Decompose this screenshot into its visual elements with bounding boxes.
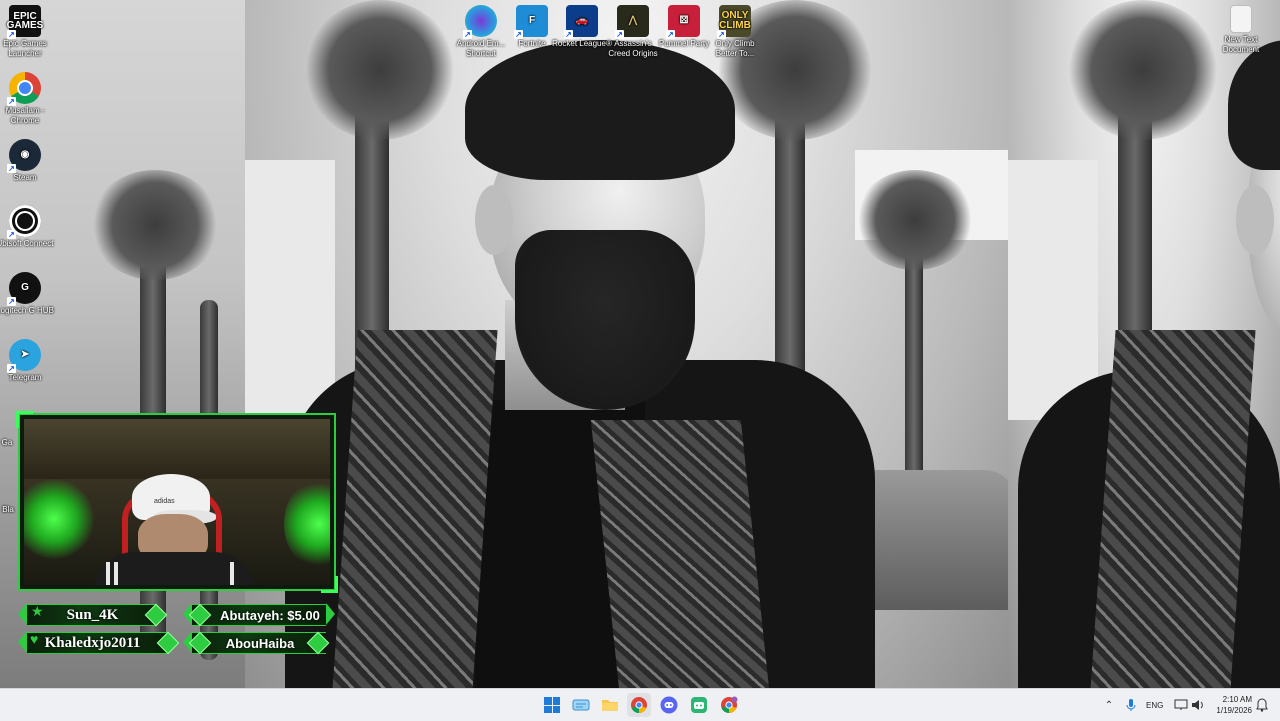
- taskbar-app-robot[interactable]: [687, 693, 711, 717]
- chevron-up-icon: ⌃: [1104, 699, 1114, 711]
- desktop-icon-label: Steam: [13, 173, 37, 182]
- assassins-creed-icon: ⋀ ↗: [615, 5, 649, 39]
- latest-sub-name: Khaledxjo2011: [44, 634, 141, 651]
- webcam-overlay: adidas: [16, 411, 338, 593]
- taskbar-widgets[interactable]: [569, 693, 593, 717]
- desktop-icon-chrome-profile[interactable]: ↗ Musallam - Chrome: [0, 72, 55, 126]
- desktop-icon-ubisoft-connect[interactable]: ↗ Ubisoft Connect: [0, 205, 55, 249]
- language-indicator[interactable]: ENG: [1146, 689, 1163, 721]
- wallpaper-right-strip: [1008, 0, 1280, 688]
- volume-button[interactable]: [1190, 693, 1206, 717]
- desktop-icon-telegram[interactable]: ➤ ↗ Telegram: [0, 339, 55, 383]
- desktop-icon-label: Logitech G HUB: [0, 306, 54, 315]
- taskbar: ⌃ ENG 2:10 AM 1/19/2026: [0, 688, 1280, 721]
- bell-icon: [1256, 698, 1268, 712]
- epic-games-icon: EPIC GAMES ↗: [7, 5, 43, 39]
- desktop-icon-label: Epic Games Launcher: [3, 39, 47, 58]
- desktop-icon-label: New Text Document: [1222, 35, 1260, 54]
- streamer: adidas: [94, 474, 254, 585]
- chrome-icon: ↗: [7, 72, 41, 106]
- desktop-icon-new-text-document[interactable]: New Text Document: [1211, 5, 1271, 55]
- taskbar-discord[interactable]: [657, 693, 681, 717]
- network-button[interactable]: [1172, 693, 1190, 717]
- logitech-g-hub-icon: G ↗: [7, 272, 41, 306]
- only-climb-icon: ONLY CLIMB ↗: [717, 5, 751, 39]
- microphone-button[interactable]: [1122, 693, 1140, 717]
- heart-icon: ♥: [30, 631, 39, 647]
- fortnite-icon: F ↗: [514, 5, 548, 39]
- desktop-icon-epic-games[interactable]: EPIC GAMES ↗ Epic Games Launcher: [0, 5, 55, 59]
- wallpaper-main: [245, 0, 1008, 688]
- microphone-icon: [1126, 699, 1136, 711]
- desktop-icon-label: Musallam - Chrome: [5, 106, 45, 125]
- desktop-icon-label: Telegram: [8, 373, 42, 382]
- desktop-icon-steam[interactable]: ◉ ↗ Steam: [0, 139, 55, 183]
- clock-date: 1/19/2026: [1216, 706, 1252, 715]
- taskbar-chrome[interactable]: [627, 693, 651, 717]
- cap-brand-text: adidas: [154, 498, 175, 505]
- folder-icon: [602, 700, 618, 711]
- discord-icon: [660, 696, 678, 714]
- start-button[interactable]: [540, 693, 564, 717]
- robot-app-icon: [691, 697, 707, 713]
- ubisoft-connect-icon: ↗: [7, 205, 41, 239]
- webcam-feed: adidas: [24, 419, 330, 585]
- chrome-icon: [631, 697, 647, 714]
- language-label: ENG: [1146, 700, 1164, 710]
- notifications-button[interactable]: [1253, 693, 1271, 717]
- taskbar-clock[interactable]: 2:10 AM 1/19/2026: [1216, 694, 1252, 716]
- latest-follower-name: Sun_4K: [66, 606, 119, 623]
- star-icon: ★: [31, 603, 44, 619]
- speaker-icon: [1192, 700, 1203, 710]
- windows-logo-icon: [544, 697, 560, 713]
- network-icon: [1174, 699, 1188, 710]
- taskbar-file-explorer[interactable]: [598, 693, 622, 717]
- pummel-party-icon: ⚄ ↗: [666, 5, 700, 39]
- latest-donation-text: Abutayeh: $5.00: [220, 607, 320, 623]
- widgets-icon: [572, 699, 590, 711]
- text-document-icon: [1230, 5, 1252, 33]
- android-emulator-icon: ↗: [463, 5, 497, 39]
- steam-icon: ◉ ↗: [7, 139, 41, 173]
- taskbar-chrome-profile[interactable]: [717, 693, 741, 717]
- clock-time: 2:10 AM: [1222, 695, 1252, 704]
- latest-host-name: AbouHaiba: [225, 635, 295, 651]
- chrome-profile-icon: [721, 696, 738, 714]
- desktop-icon-label: Only Climb Better To...: [715, 39, 755, 58]
- desktop-icon-logitech-g-hub[interactable]: G ↗ Logitech G HUB: [0, 272, 55, 316]
- rocket-league-icon: 🚗 ↗: [564, 5, 598, 39]
- show-hidden-icons-button[interactable]: ⌃: [1100, 693, 1118, 717]
- desktop-icon-label: Ubisoft Connect: [0, 239, 54, 248]
- desktop-icon-only-climb[interactable]: ONLY CLIMB ↗ Only Climb Better To...: [705, 5, 765, 59]
- telegram-icon: ➤ ↗: [7, 339, 41, 373]
